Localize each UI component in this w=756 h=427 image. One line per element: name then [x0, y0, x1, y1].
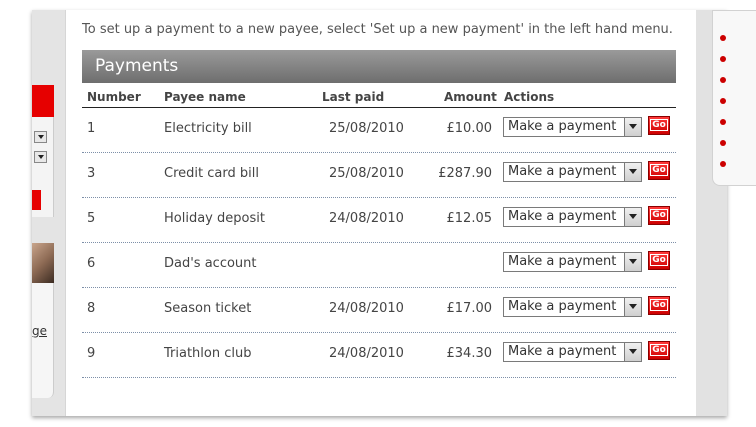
action-select[interactable]: Make a payment — [503, 207, 642, 227]
chevron-down-icon[interactable] — [624, 253, 641, 271]
action-select-value: Make a payment — [508, 164, 617, 179]
row-last-paid: 24/08/2010 — [329, 346, 404, 361]
action-select[interactable]: Make a payment — [503, 117, 642, 137]
row-payee: Electricity bill — [164, 121, 252, 136]
table-row: 9 Triathlon club 24/08/2010 £34.30 Make … — [82, 333, 676, 378]
left-panel-link[interactable]: ge — [32, 324, 48, 338]
row-amount: £287.90 — [438, 166, 492, 181]
chevron-down-icon[interactable] — [624, 208, 641, 226]
action-select-value: Make a payment — [508, 254, 617, 269]
row-last-paid: 24/08/2010 — [329, 211, 404, 226]
row-payee: Season ticket — [164, 301, 252, 316]
table-row: 3 Credit card bill 25/08/2010 £287.90 Ma… — [82, 153, 676, 198]
left-dropdown-1[interactable] — [34, 131, 47, 143]
action-select[interactable]: Make a payment — [503, 162, 642, 182]
row-number: 9 — [87, 346, 96, 361]
go-button-label: Go — [650, 344, 668, 356]
go-button-label: Go — [650, 209, 668, 221]
action-select[interactable]: Make a payment — [503, 297, 642, 317]
go-button-label: Go — [650, 299, 668, 311]
left-submit-button[interactable] — [32, 190, 41, 210]
go-button-label: Go — [650, 119, 668, 131]
intro-text: To set up a payment to a new payee, sele… — [82, 22, 673, 37]
action-select-value: Make a payment — [508, 209, 617, 224]
go-button[interactable]: Go — [648, 161, 670, 180]
table-row: 5 Holiday deposit 24/08/2010 £12.05 Make… — [82, 198, 676, 243]
action-select[interactable]: Make a payment — [503, 252, 642, 272]
column-header-actions: Actions — [504, 90, 555, 104]
row-last-paid: 24/08/2010 — [329, 301, 404, 316]
chevron-down-icon[interactable] — [624, 298, 641, 316]
nav-dot-icon[interactable] — [720, 140, 726, 146]
table-row: 1 Electricity bill 25/08/2010 £10.00 Mak… — [82, 108, 676, 153]
avatar — [32, 243, 54, 283]
go-button[interactable]: Go — [648, 341, 670, 360]
row-divider — [82, 377, 676, 378]
row-amount: £12.05 — [446, 211, 493, 226]
section-title: Payments — [95, 56, 179, 76]
action-select-value: Make a payment — [508, 344, 617, 359]
column-header-amount: Amount — [444, 90, 497, 104]
go-button[interactable]: Go — [648, 116, 670, 135]
right-nav-tab — [712, 10, 756, 186]
nav-dot-icon[interactable] — [720, 35, 726, 41]
row-payee: Dad's account — [164, 256, 257, 271]
chevron-down-icon[interactable] — [624, 163, 641, 181]
row-last-paid: 25/08/2010 — [329, 166, 404, 181]
action-select-value: Make a payment — [508, 299, 617, 314]
nav-dot-icon[interactable] — [720, 98, 726, 104]
action-select-value: Make a payment — [508, 119, 617, 134]
column-header-number: Number — [87, 90, 141, 104]
go-button-label: Go — [650, 164, 668, 176]
section-header: Payments — [82, 50, 676, 83]
chevron-down-icon[interactable] — [624, 118, 641, 136]
row-number: 5 — [87, 211, 96, 226]
row-number: 3 — [87, 166, 96, 181]
table-row: 6 Dad's account Make a payment Go — [82, 243, 676, 288]
nav-dot-icon[interactable] — [720, 56, 726, 62]
left-dropdown-2[interactable] — [34, 151, 47, 163]
action-select[interactable]: Make a payment — [503, 342, 642, 362]
go-button[interactable]: Go — [648, 206, 670, 225]
nav-dot-icon[interactable] — [720, 119, 726, 125]
row-amount: £10.00 — [446, 121, 493, 136]
row-number: 6 — [87, 256, 96, 271]
go-button[interactable]: Go — [648, 296, 670, 315]
column-header-last-paid: Last paid — [322, 90, 385, 104]
row-payee: Triathlon club — [164, 346, 252, 361]
row-payee: Holiday deposit — [164, 211, 265, 226]
table-row: 8 Season ticket 24/08/2010 £17.00 Make a… — [82, 288, 676, 333]
row-amount: £34.30 — [446, 346, 493, 361]
left-menu-highlight — [32, 85, 54, 117]
row-last-paid: 25/08/2010 — [329, 121, 404, 136]
row-payee: Credit card bill — [164, 166, 259, 181]
row-amount: £17.00 — [446, 301, 493, 316]
chevron-down-icon[interactable] — [624, 343, 641, 361]
nav-dot-icon[interactable] — [720, 161, 726, 167]
row-number: 8 — [87, 301, 96, 316]
column-header-payee: Payee name — [164, 90, 246, 104]
go-button-label: Go — [650, 254, 668, 266]
go-button[interactable]: Go — [648, 251, 670, 270]
nav-dot-icon[interactable] — [720, 77, 726, 83]
row-number: 1 — [87, 121, 96, 136]
